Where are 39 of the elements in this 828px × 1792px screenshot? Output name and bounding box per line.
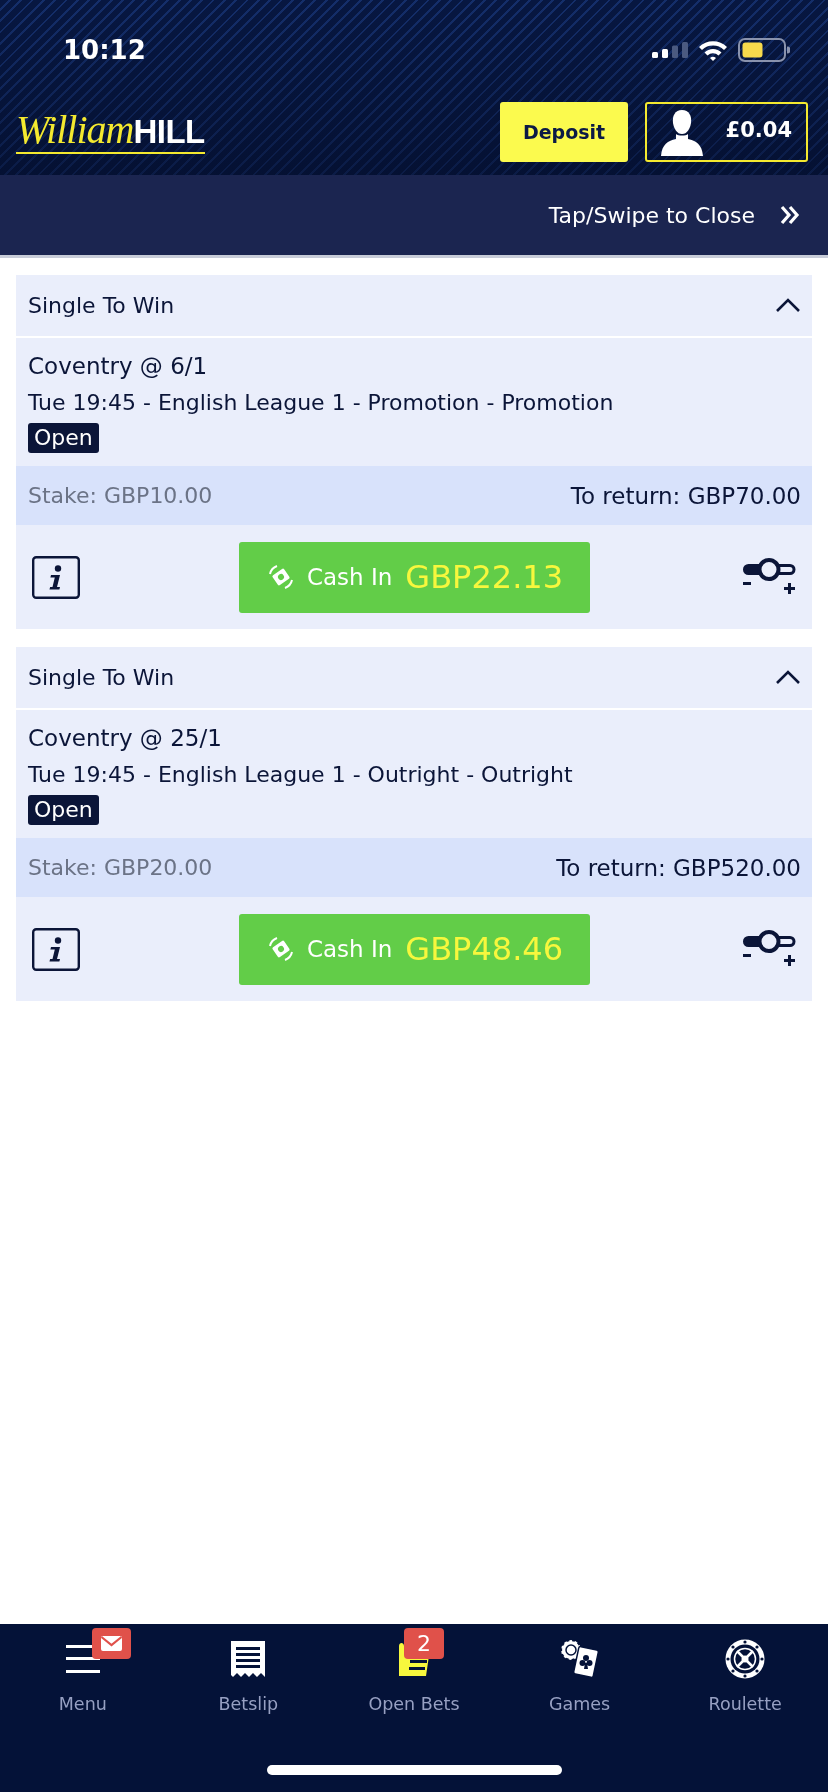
nav-tab[interactable]: Betslip	[165, 1624, 332, 1715]
account-button[interactable]: £0.04	[645, 101, 808, 162]
roulette-wheel-icon	[725, 1639, 766, 1679]
status-time: 10:12	[63, 35, 146, 65]
info-icon[interactable]	[32, 555, 80, 599]
event-details: Tue 19:45 - English League 1 - Outright - Outright	[28, 761, 574, 789]
return-amount: To return: GBP520.00	[556, 854, 801, 881]
close-hint-text: Tap/Swipe to Close	[548, 202, 755, 228]
selection-text: Coventry @ 6/1	[28, 352, 209, 380]
selection-text: Coventry @ 25/1	[28, 724, 223, 752]
nav-tab[interactable]: Games	[496, 1624, 663, 1715]
banknote-arrows-icon	[267, 564, 294, 590]
stake-amount: Stake: GBP20.00	[28, 855, 213, 880]
double-chevron-right-icon[interactable]	[780, 205, 800, 225]
wifi-icon	[698, 39, 728, 61]
mail-icon	[91, 1628, 131, 1659]
bet-type-title: Single To Win	[28, 293, 175, 318]
caret-up-icon[interactable]	[775, 670, 801, 685]
notification-count: 2	[404, 1628, 444, 1659]
caret-up-icon[interactable]	[775, 298, 801, 313]
nav-tab[interactable]: Menu	[0, 1624, 166, 1715]
nav-tab[interactable]: 2 Open Bets	[331, 1624, 497, 1715]
deposit-button[interactable]: Deposit	[500, 101, 628, 162]
banknote-arrows-icon	[267, 936, 294, 962]
nav-tab[interactable]: Roulette	[662, 1624, 828, 1715]
event-details: Tue 19:45 - English League 1 - Promotion - Promotion	[28, 389, 615, 417]
status-tag: Open	[28, 795, 99, 825]
receipt-icon	[230, 1640, 267, 1678]
status-tag: Open	[28, 423, 99, 453]
chip-and-card-icon	[559, 1639, 600, 1679]
brand-logo[interactable]: WilliamHILL	[16, 109, 205, 154]
stake-amount: Stake: GBP10.00	[28, 483, 213, 508]
bet-type-title: Single To Win	[28, 665, 175, 690]
return-amount: To return: GBP70.00	[570, 482, 801, 509]
close-bar[interactable]: Tap/Swipe to Close	[0, 175, 828, 258]
info-icon[interactable]	[32, 927, 80, 971]
signal-icon	[652, 42, 688, 58]
user-silhouette-icon	[660, 107, 704, 156]
battery-icon	[738, 38, 790, 62]
